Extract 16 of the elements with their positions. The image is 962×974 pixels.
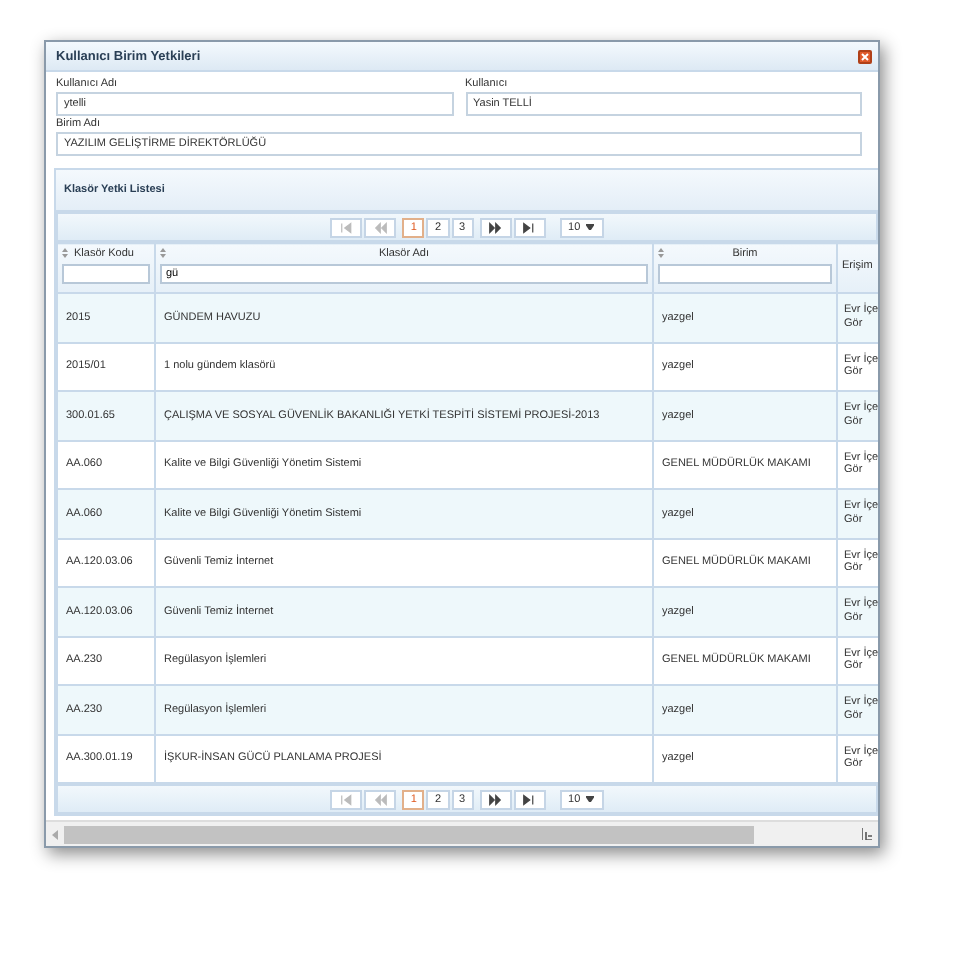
last-page-button[interactable] [513,217,546,237]
next-page-button[interactable] [479,789,512,809]
last-page-button[interactable] [513,789,546,809]
close-button[interactable] [858,49,872,63]
next-page-button[interactable] [479,217,512,237]
close-icon [860,51,870,61]
sort-icon [62,248,68,258]
scroll-left-arrow-icon[interactable] [52,829,58,839]
column-filter-field[interactable] [62,264,150,284]
resize-grip-icon[interactable] [862,828,872,840]
caret-icon [586,796,595,802]
sort-icon [160,248,166,258]
column-filter-field[interactable] [658,264,832,284]
caret-icon [586,224,595,230]
sort-icon [658,248,664,258]
scrollbar-thumb[interactable] [64,825,754,843]
